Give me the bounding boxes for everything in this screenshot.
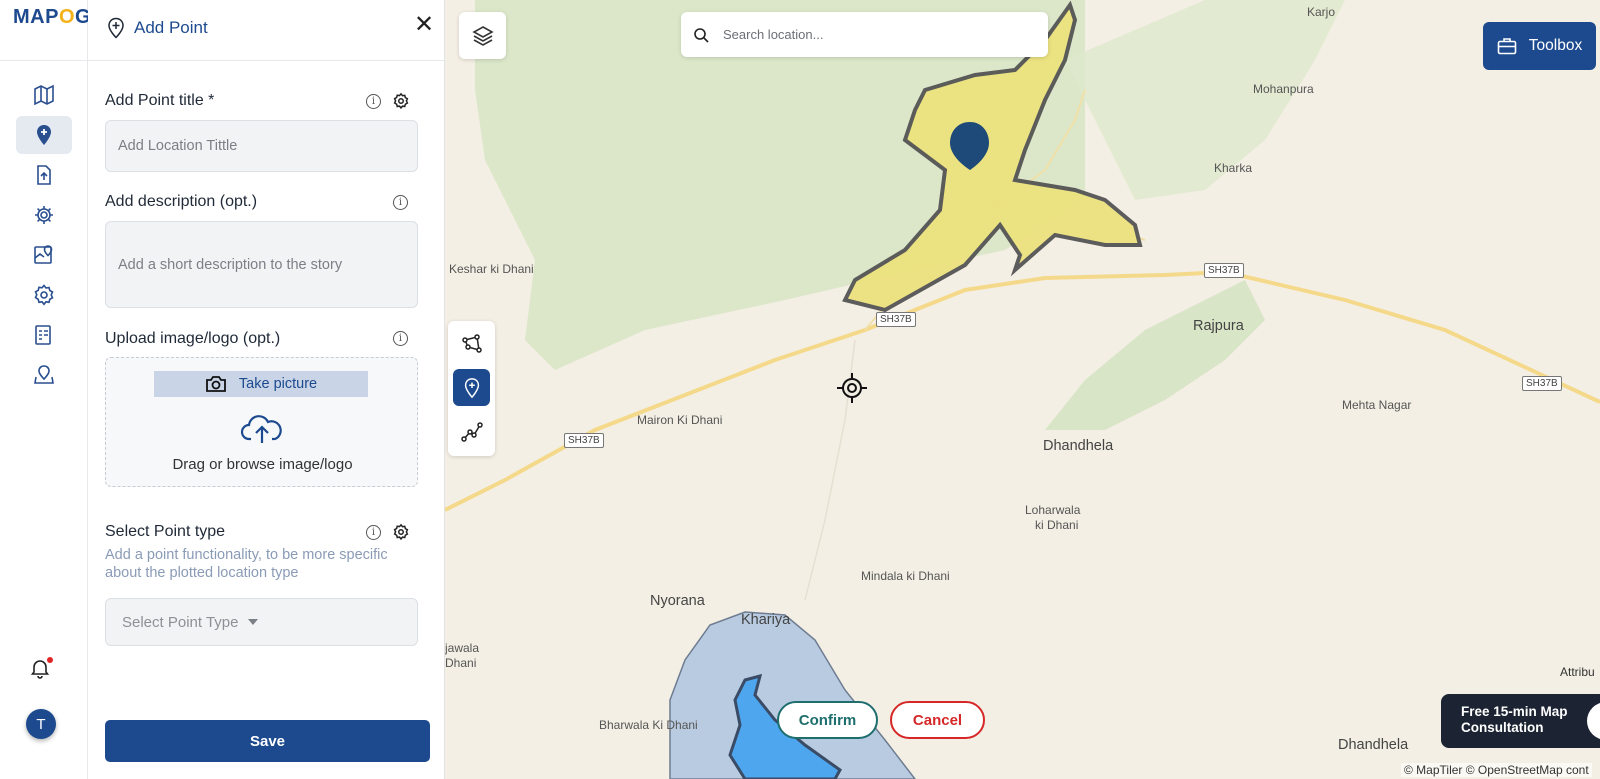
draw-line-button[interactable]: [453, 413, 490, 450]
rail-map-button[interactable]: [16, 76, 72, 114]
map-icon: [34, 84, 54, 106]
point-type-label: Select Point type: [105, 523, 226, 540]
map-pin-icon: [34, 245, 53, 264]
draw-point-button[interactable]: [453, 369, 490, 406]
add-point-outline-icon: [108, 17, 124, 39]
info-icon[interactable]: i: [393, 331, 408, 346]
map-label-khariya: Khariya: [741, 612, 791, 628]
map-canvas[interactable]: Karjo Mohanpura Kharka Keshar ki Dhani R…: [445, 0, 1600, 779]
layers-button[interactable]: [459, 12, 506, 59]
map-label-nyorana: Nyorana: [650, 593, 705, 609]
user-avatar[interactable]: T: [26, 709, 56, 739]
upload-hint: Drag or browse image/logo: [172, 456, 353, 473]
road-shield: SH37B: [1522, 376, 1562, 391]
road-shield: SH37B: [876, 312, 916, 327]
map-label-jawala: jawala: [445, 641, 480, 655]
save-button[interactable]: Save: [105, 720, 430, 762]
rail-gear-button[interactable]: [16, 276, 72, 314]
location-share-icon: [34, 365, 54, 384]
add-point-icon: [464, 377, 479, 398]
camera-icon: [206, 376, 226, 392]
toolbox-button[interactable]: Toolbox: [1483, 22, 1596, 70]
rail-map-pin-button[interactable]: [16, 236, 72, 274]
confirm-button[interactable]: Confirm: [777, 701, 878, 739]
report-icon: [35, 325, 51, 345]
left-rail: MAPOG T: [0, 0, 91, 779]
map-label-loharwala-2: ki Dhani: [1035, 518, 1079, 532]
map-label-dhandhela: Dhandhela: [1043, 438, 1114, 454]
consult-line2: Consultation: [1461, 720, 1544, 735]
rail-report-button[interactable]: [16, 316, 72, 354]
polygon-icon: [461, 333, 482, 353]
point-type-description: Add a point functionality, to be more sp…: [105, 547, 388, 581]
rail-location-share-button[interactable]: [16, 356, 72, 394]
panel-title: Add Point: [134, 18, 208, 37]
notification-dot: [47, 657, 53, 663]
caret-down-icon: [248, 619, 259, 625]
rail-add-point-button[interactable]: [16, 116, 72, 154]
point-title-label: Add Point title *: [105, 92, 215, 109]
polyline-icon: [460, 421, 483, 442]
info-icon[interactable]: i: [366, 525, 381, 540]
map-label-mehta: Mehta Nagar: [1342, 398, 1412, 412]
take-picture-label: Take picture: [238, 376, 318, 392]
map-attribution: © MapTiler © OpenStreetMap cont: [1401, 763, 1592, 777]
description-label: Add description (opt.): [105, 193, 258, 210]
upload-label: Upload image/logo (opt.): [105, 330, 281, 347]
search-icon: [694, 27, 709, 43]
panel-header: Add Point ✕: [88, 0, 445, 61]
draw-tools: [448, 321, 495, 456]
upload-icon: [37, 165, 51, 185]
draw-polygon-button[interactable]: [453, 325, 490, 362]
map-base-layer: [445, 0, 1600, 779]
close-panel-button[interactable]: ✕: [413, 13, 435, 37]
gear-icon[interactable]: [392, 523, 410, 541]
cloud-upload-icon: [241, 415, 282, 443]
attribution-toggle[interactable]: Attribu: [1560, 665, 1595, 679]
settings-icon: [35, 206, 53, 224]
map-label-keshar: Keshar ki Dhani: [449, 262, 534, 276]
search-bar[interactable]: Search location...: [681, 12, 1048, 57]
rail-settings-button[interactable]: [16, 196, 72, 234]
point-type-select[interactable]: Select Point Type: [105, 598, 418, 646]
road-shield: SH37B: [1204, 263, 1244, 278]
layers-icon: [471, 25, 494, 46]
rail-upload-button[interactable]: [16, 156, 72, 194]
logo-text: MAPOG: [13, 6, 92, 28]
map-label-karjo: Karjo: [1307, 5, 1336, 19]
point-title-input[interactable]: Add Location Tittle: [105, 120, 418, 172]
description-input[interactable]: Add a short description to the story: [105, 221, 418, 308]
take-picture-button[interactable]: Take picture: [154, 371, 368, 397]
toolbox-label: Toolbox: [1528, 37, 1583, 54]
map-label-jawala-2: Dhani: [445, 656, 477, 670]
add-point-panel: Add Point ✕ Add Point title * i Add Loca…: [88, 0, 445, 779]
search-input[interactable]: Search location...: [723, 27, 823, 42]
map-label-mohanpura: Mohanpura: [1253, 82, 1314, 96]
rail-divider: [0, 60, 88, 61]
logo: MAPOG: [13, 6, 91, 29]
consult-line1: Free 15-min Map: [1461, 704, 1568, 719]
briefcase-icon: [1497, 38, 1517, 55]
cancel-button[interactable]: Cancel: [890, 701, 985, 739]
upload-dropzone[interactable]: Take picture Drag or browse image/logo: [105, 357, 418, 487]
map-label-kharka: Kharka: [1214, 161, 1253, 175]
road-shield: SH37B: [564, 433, 604, 448]
map-label-dhandhela-2: Dhandhela: [1338, 737, 1409, 753]
add-point-icon: [37, 125, 51, 145]
gear-icon: [34, 284, 54, 306]
map-label-bharwala: Bharwala Ki Dhani: [599, 718, 698, 732]
map-label-rajpura: Rajpura: [1193, 318, 1244, 334]
app-root: MAPOG T › Ad: [0, 0, 1600, 779]
point-type-select-value: Select Point Type: [122, 613, 239, 631]
consultation-banner[interactable]: Free 15-min Map Consultation: [1441, 694, 1600, 748]
map-label-mindala: Mindala ki Dhani: [861, 569, 950, 583]
gear-icon[interactable]: [392, 92, 410, 110]
map-label-mairon: Mairon Ki Dhani: [637, 413, 723, 427]
avatar-letter: T: [36, 715, 46, 733]
info-icon[interactable]: i: [366, 94, 381, 109]
info-icon[interactable]: i: [393, 195, 408, 210]
map-label-loharwala: Loharwala: [1025, 503, 1081, 517]
